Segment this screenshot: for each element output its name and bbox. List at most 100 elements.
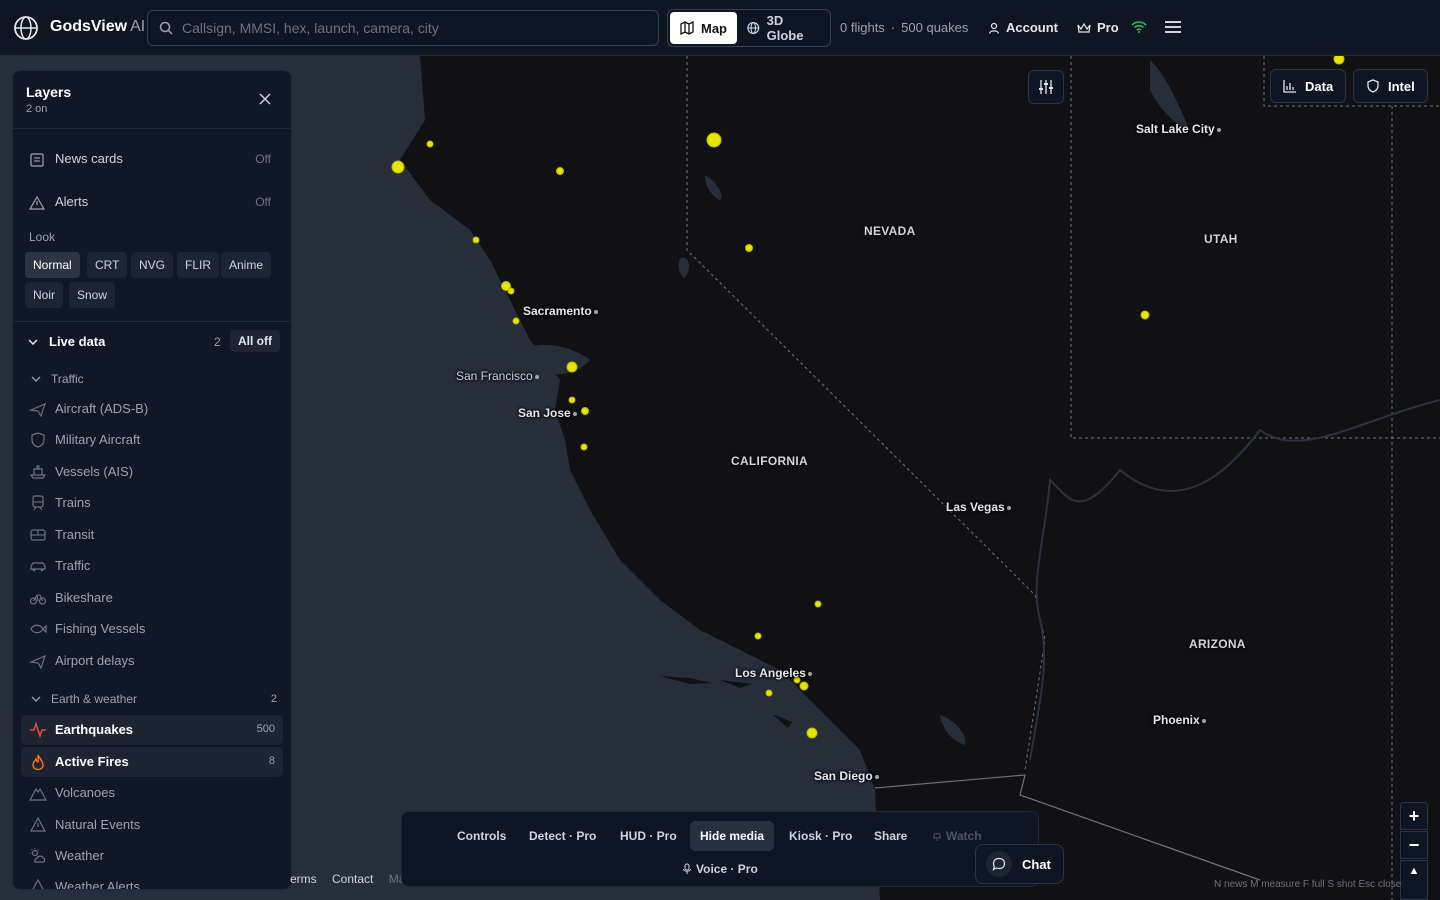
flights-count: 0 flights bbox=[840, 20, 885, 35]
layer-vessels[interactable]: Vessels (AIS) bbox=[13, 457, 291, 487]
search-icon bbox=[159, 21, 173, 35]
layer-military-aircraft[interactable]: Military Aircraft bbox=[13, 425, 291, 455]
share-button[interactable]: Share bbox=[864, 821, 917, 851]
quake-marker bbox=[568, 396, 576, 404]
look-label: Look bbox=[29, 230, 56, 244]
layer-aircraft[interactable]: Aircraft (ADS-B) bbox=[13, 394, 291, 424]
chat-icon-wrap bbox=[986, 851, 1012, 877]
layer-traffic[interactable]: Traffic bbox=[13, 551, 291, 581]
layer-label: Weather bbox=[55, 848, 104, 863]
layer-label: Trains bbox=[55, 495, 91, 510]
look-noir[interactable]: Noir bbox=[25, 282, 64, 308]
hud-button[interactable]: HUD · Pro bbox=[610, 821, 687, 851]
hide-media-button[interactable]: Hide media bbox=[690, 821, 775, 851]
brand-name[interactable]: GodsView AI bbox=[50, 18, 145, 36]
microphone-icon bbox=[683, 863, 691, 874]
layer-label: Aircraft (ADS-B) bbox=[55, 401, 149, 416]
layer-label: Earthquakes bbox=[55, 722, 134, 737]
layer-label: Weather Alerts bbox=[55, 879, 141, 890]
earth-weather-section[interactable]: Earth & weather 2 bbox=[13, 686, 291, 712]
globe-logo-icon[interactable] bbox=[13, 15, 39, 41]
layer-earthquakes[interactable]: Earthquakes 500 bbox=[21, 715, 283, 745]
quake-marker bbox=[581, 407, 589, 415]
layer-label: Active Fires bbox=[55, 754, 129, 769]
bar-chart-icon bbox=[1283, 80, 1296, 93]
quake-marker bbox=[507, 287, 515, 295]
layer-active-fires[interactable]: Active Fires 8 bbox=[21, 747, 283, 777]
quake-marker bbox=[391, 160, 405, 174]
traffic-section[interactable]: Traffic bbox=[13, 366, 291, 392]
live-data-section[interactable]: Live data 2 All off bbox=[13, 329, 291, 355]
controls-button[interactable]: Controls bbox=[447, 821, 516, 851]
quake-marker bbox=[765, 689, 773, 697]
data-label: Data bbox=[1305, 78, 1334, 94]
compass-button[interactable]: ▲ bbox=[1400, 860, 1428, 900]
layers-title: Layers bbox=[26, 84, 72, 100]
data-button[interactable]: Data bbox=[1270, 69, 1347, 103]
layer-weather[interactable]: Weather bbox=[13, 841, 291, 871]
layer-label: Airport delays bbox=[55, 653, 135, 668]
intel-label: Intel bbox=[1388, 78, 1415, 94]
live-data-count: 2 bbox=[214, 335, 221, 349]
look-flir[interactable]: FLIR bbox=[177, 252, 220, 278]
kiosk-button[interactable]: Kiosk · Pro bbox=[779, 821, 862, 851]
layer-trains[interactable]: Trains bbox=[13, 488, 291, 518]
quake-marker bbox=[580, 443, 588, 451]
crown-icon bbox=[1077, 22, 1091, 33]
ship-icon bbox=[29, 465, 47, 479]
map-view-button[interactable]: Map bbox=[670, 12, 737, 44]
layer-count: 500 bbox=[256, 723, 275, 735]
layer-label: Natural Events bbox=[55, 817, 141, 832]
look-crt[interactable]: CRT bbox=[87, 252, 128, 278]
layer-natural-events[interactable]: Natural Events bbox=[13, 810, 291, 840]
account-label: Account bbox=[1006, 20, 1058, 35]
stats-readout: 0 flights · 500 quakes bbox=[840, 20, 969, 35]
city-label-las-vegas: Las Vegas bbox=[946, 500, 1011, 514]
shield-icon bbox=[1367, 79, 1379, 93]
intel-button[interactable]: Intel bbox=[1353, 69, 1428, 103]
shield-icon bbox=[31, 432, 45, 448]
terms-link[interactable]: erms bbox=[290, 872, 317, 886]
chat-label: Chat bbox=[1022, 856, 1051, 872]
layer-bikeshare[interactable]: Bikeshare bbox=[13, 583, 291, 613]
contact-link[interactable]: Contact bbox=[332, 872, 373, 886]
zoom-out-button[interactable]: − bbox=[1400, 831, 1428, 859]
hamburger-menu-icon[interactable] bbox=[1164, 20, 1182, 34]
all-off-button[interactable]: All off bbox=[230, 330, 280, 352]
news-cards-value: Off bbox=[255, 152, 271, 166]
fish-icon bbox=[30, 624, 47, 634]
look-nvg[interactable]: NVG bbox=[131, 252, 174, 278]
alerts-toggle[interactable]: Alerts Off bbox=[13, 186, 291, 218]
quake-marker bbox=[512, 317, 520, 325]
quake-marker bbox=[814, 600, 822, 608]
bike-icon bbox=[29, 594, 47, 605]
layer-volcanoes[interactable]: Volcanoes bbox=[13, 778, 291, 808]
detect-button[interactable]: Detect · Pro bbox=[519, 821, 606, 851]
voice-button[interactable]: Voice · Pro bbox=[672, 854, 768, 884]
close-icon[interactable] bbox=[259, 93, 271, 105]
globe-view-label: 3D Globe bbox=[766, 13, 804, 43]
layer-fishing-vessels[interactable]: Fishing Vessels bbox=[13, 614, 291, 644]
flame-icon bbox=[32, 754, 44, 771]
quake-marker bbox=[799, 681, 809, 691]
globe-view-button[interactable]: 3D Globe bbox=[737, 12, 828, 44]
map-settings-button[interactable] bbox=[1028, 70, 1064, 104]
weather-alert-icon bbox=[32, 878, 44, 889]
city-label-sacramento: Sacramento bbox=[523, 304, 598, 318]
layer-transit[interactable]: Transit bbox=[13, 520, 291, 550]
layer-weather-alerts[interactable]: Weather Alerts bbox=[13, 872, 291, 890]
news-cards-toggle[interactable]: News cards Off bbox=[13, 143, 291, 175]
plane-icon bbox=[29, 402, 46, 418]
zoom-in-button[interactable]: + bbox=[1400, 802, 1428, 830]
layer-airport-delays[interactable]: Airport delays bbox=[13, 646, 291, 676]
look-snow[interactable]: Snow bbox=[69, 282, 116, 308]
look-normal[interactable]: Normal bbox=[25, 252, 80, 278]
search-input[interactable]: Callsign, MMSI, hex, launch, camera, cit… bbox=[147, 10, 659, 46]
city-label-san-diego: San Diego bbox=[814, 769, 879, 783]
chat-button[interactable]: Chat bbox=[975, 844, 1064, 884]
pro-button[interactable]: Pro bbox=[1077, 20, 1119, 35]
account-button[interactable]: Account bbox=[988, 20, 1058, 35]
watch-label: Watch bbox=[946, 829, 982, 843]
look-anime[interactable]: Anime bbox=[221, 252, 272, 278]
earth-section-count: 2 bbox=[270, 693, 277, 705]
